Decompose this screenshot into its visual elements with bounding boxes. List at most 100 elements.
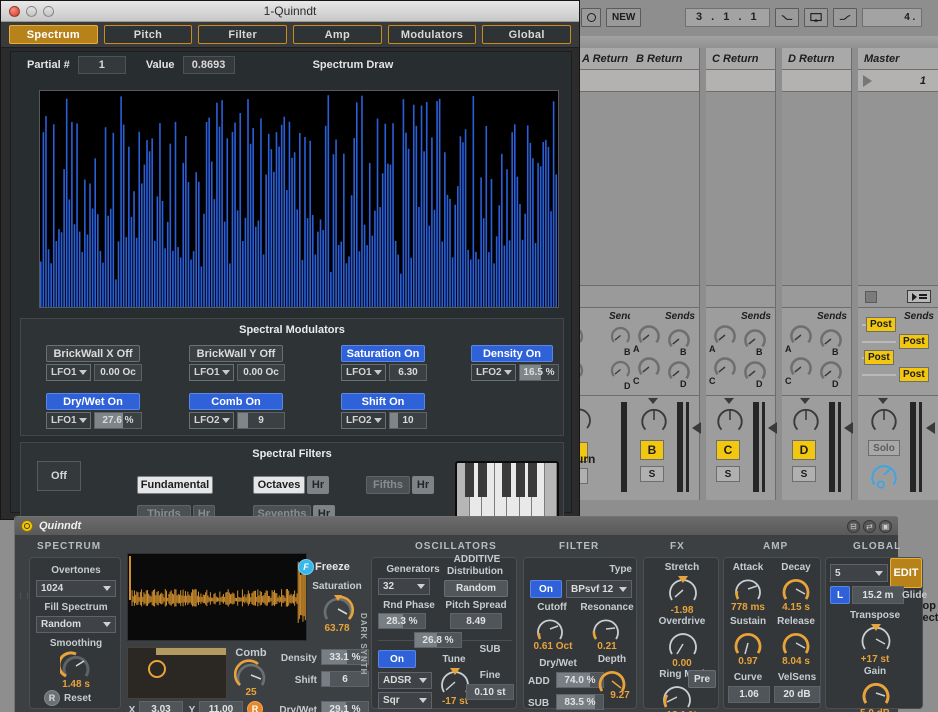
window-controls[interactable]	[9, 6, 54, 17]
curve-value[interactable]: 1.06	[728, 686, 770, 703]
fine-value[interactable]: 0.10 st	[466, 684, 514, 700]
send-knob-c[interactable]	[636, 354, 659, 377]
master-stop-row[interactable]	[858, 286, 938, 308]
pan-knob-b[interactable]	[638, 404, 668, 434]
loop-length-field[interactable]: 4 .	[862, 8, 922, 27]
track-activator-c[interactable]: C	[716, 440, 740, 460]
pan-knob-d[interactable]	[790, 404, 820, 434]
rnd-phase-value[interactable]: 28.3 %	[378, 613, 426, 629]
brickwall-y-button[interactable]: BrickWall Y Off	[189, 345, 283, 362]
brickwall-y-lfo-select[interactable]: LFO1	[189, 364, 234, 381]
distribution-button[interactable]: Random	[444, 580, 508, 597]
fader-handle-d[interactable]	[844, 422, 853, 434]
stop-slot[interactable]	[630, 286, 700, 308]
scene-launch-row[interactable]: 1	[858, 70, 938, 92]
master-solo-button[interactable]: Solo	[868, 440, 900, 456]
glide-value[interactable]: 15.2 m	[852, 586, 904, 604]
comb-value[interactable]: 9	[237, 412, 285, 429]
send-knob-a[interactable]	[788, 322, 811, 345]
piano-keyboard-icon[interactable]	[455, 461, 559, 519]
fifths-hr-button[interactable]: Hr	[412, 476, 434, 494]
send-knob-b[interactable]	[609, 324, 632, 347]
velsens-value[interactable]: 20 dB	[774, 686, 820, 703]
minimize-icon[interactable]	[26, 6, 37, 17]
drywet-button[interactable]: Dry/Wet On	[46, 393, 140, 410]
voices-select[interactable]: 5	[830, 564, 888, 582]
drywet-value[interactable]: 29.1 %	[321, 701, 369, 712]
density-button[interactable]: Density On	[471, 345, 553, 362]
drywet-lfo-select[interactable]: LFO1	[46, 412, 91, 429]
drywet-value[interactable]: 27.6 %	[94, 412, 142, 429]
solo-button-b[interactable]: S	[640, 466, 664, 482]
stop-square-icon[interactable]	[865, 291, 877, 303]
zoom-icon[interactable]	[43, 6, 54, 17]
mix-value[interactable]: 26.8 %	[414, 632, 462, 648]
send-knob-b[interactable]	[666, 326, 689, 349]
post-button-c[interactable]: Post	[864, 350, 894, 365]
close-icon[interactable]	[9, 6, 20, 17]
shift-lfo-select[interactable]: LFO2	[341, 412, 386, 429]
device-power-icon[interactable]	[21, 520, 33, 532]
clip-slot[interactable]	[706, 70, 776, 92]
saturation-button[interactable]: Saturation On	[341, 345, 425, 362]
send-knob-c[interactable]	[712, 354, 735, 377]
brickwall-x-button[interactable]: BrickWall X Off	[46, 345, 140, 362]
partial-number-field[interactable]: 1	[78, 56, 126, 74]
fundamental-button[interactable]: Fundamental	[137, 476, 213, 494]
comb-lfo-select[interactable]: LFO2	[189, 412, 234, 429]
fader-handle-master[interactable]	[926, 422, 935, 434]
tab-spectrum[interactable]: Spectrum	[9, 25, 98, 44]
wave-select[interactable]: Sqr	[378, 692, 432, 709]
tab-filter[interactable]: Filter	[198, 25, 287, 44]
new-button[interactable]: NEW	[606, 8, 641, 27]
pre-button[interactable]: Pre	[688, 670, 716, 688]
generators-select[interactable]: 32	[378, 578, 430, 595]
brickwall-x-value[interactable]: 0.00 Oc	[94, 364, 142, 381]
brickwall-x-lfo-select[interactable]: LFO1	[46, 364, 91, 381]
track-list-icon[interactable]	[907, 290, 931, 303]
pitch-spread-value[interactable]: 8.49	[450, 613, 502, 629]
track-title-c[interactable]: C Return	[706, 48, 776, 70]
send-knob-a[interactable]	[636, 322, 659, 345]
hot-swap-icon[interactable]: ⇄	[863, 520, 876, 533]
pan-knob-c[interactable]	[714, 404, 744, 434]
clip-slot-area[interactable]	[782, 92, 852, 286]
filter-on-button[interactable]: On	[530, 580, 562, 598]
density-lfo-select[interactable]: LFO2	[471, 364, 516, 381]
punch-in-icon[interactable]	[775, 8, 799, 27]
fader-handle-b[interactable]	[692, 422, 701, 434]
tab-pitch[interactable]: Pitch	[104, 25, 193, 44]
octaves-hr-button[interactable]: Hr	[307, 476, 329, 494]
tab-modulators[interactable]: Modulators	[388, 25, 477, 44]
tab-global[interactable]: Global	[482, 25, 571, 44]
xy-handle[interactable]	[148, 660, 166, 678]
overtones-select[interactable]: 1024	[36, 580, 116, 597]
transport-position[interactable]: 3 . 1 . 1	[685, 8, 770, 27]
solo-button-c[interactable]: S	[716, 466, 740, 482]
env-select[interactable]: ADSR	[378, 672, 432, 689]
post-button-d[interactable]: Post	[899, 367, 929, 382]
master-slot-area[interactable]	[858, 92, 938, 286]
stop-slot[interactable]	[782, 286, 852, 308]
loop-icon[interactable]	[804, 8, 828, 27]
clip-slot-area[interactable]	[706, 92, 776, 286]
reset-r-icon[interactable]: R	[44, 690, 60, 706]
y-value[interactable]: 11.00	[199, 701, 243, 712]
osc-on-button[interactable]: On	[378, 650, 416, 668]
edit-button[interactable]: EDIT	[890, 558, 922, 588]
send-knob-b[interactable]	[818, 326, 841, 349]
clip-slot[interactable]	[630, 70, 700, 92]
record-button[interactable]	[581, 8, 601, 27]
spectrum-draw-canvas[interactable]	[39, 90, 559, 308]
legato-button[interactable]: L	[830, 586, 850, 604]
send-knob-d[interactable]	[609, 358, 632, 381]
value-field[interactable]: 0.8693	[183, 56, 235, 74]
track-activator-b[interactable]: B	[640, 440, 664, 460]
filters-off-button[interactable]: Off	[37, 461, 81, 491]
punch-out-icon[interactable]	[833, 8, 857, 27]
send-knob-d[interactable]	[666, 358, 689, 381]
fader-handle-c[interactable]	[768, 422, 777, 434]
post-button-b[interactable]: Post	[899, 334, 929, 349]
send-knob-d[interactable]	[818, 358, 841, 381]
track-title-b[interactable]: B Return	[630, 48, 700, 70]
